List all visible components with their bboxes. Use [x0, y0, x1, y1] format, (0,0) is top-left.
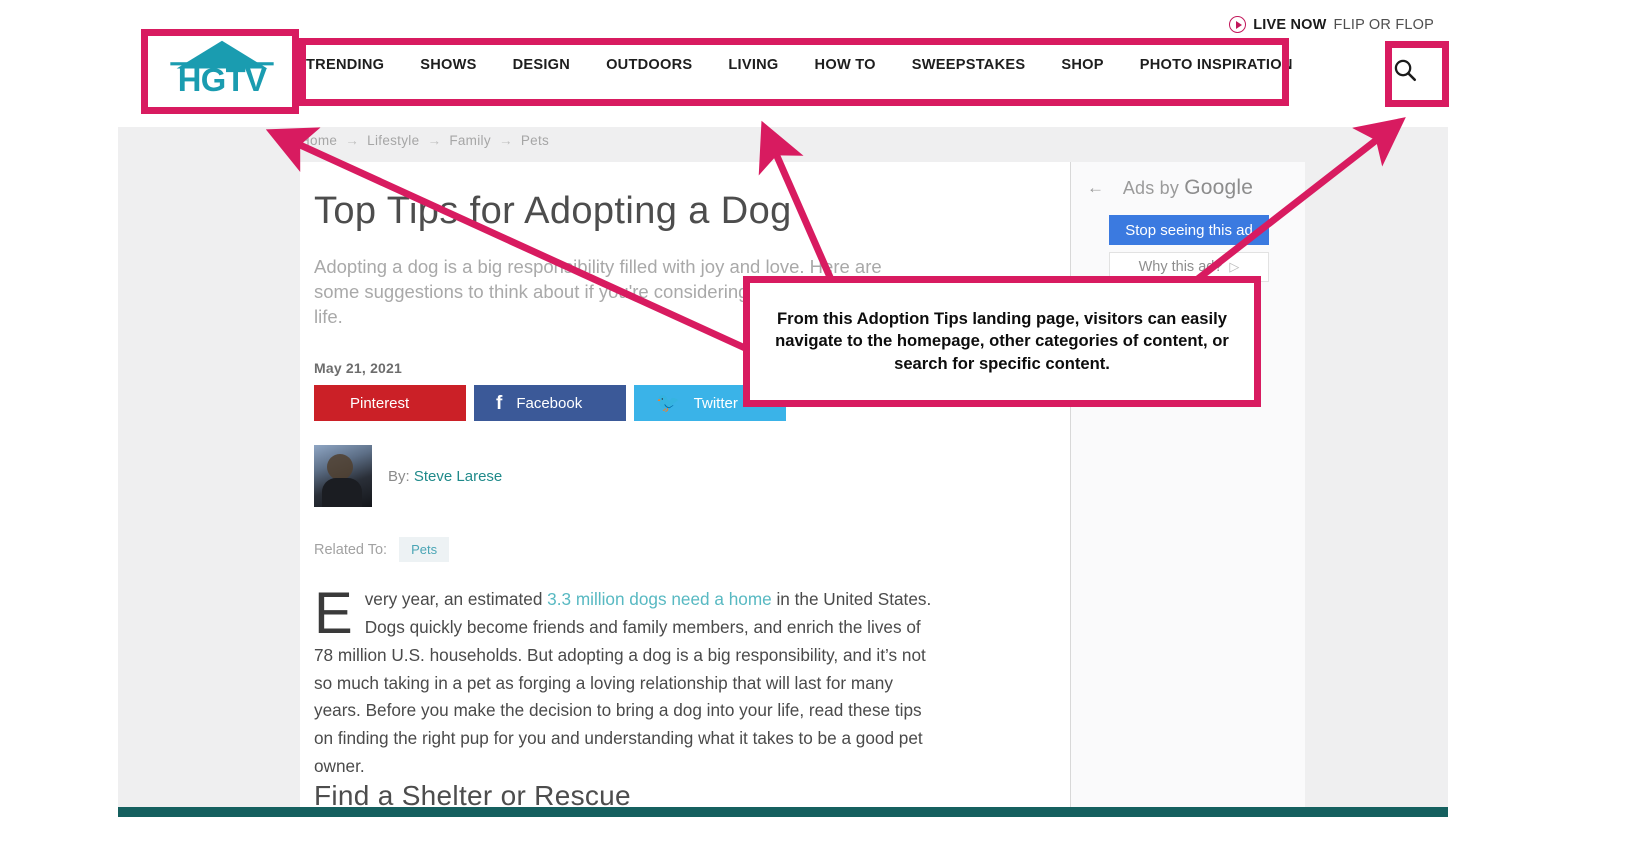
nav-item-outdoors[interactable]: OUTDOORS — [588, 57, 710, 73]
related-to-label: Related To: — [314, 542, 387, 558]
author-link[interactable]: Steve Larese — [414, 468, 502, 485]
ad-rail: ← Ads by Google Stop seeing this ad Why … — [1070, 162, 1305, 807]
related-tag-pets[interactable]: Pets — [399, 537, 449, 562]
avatar — [314, 445, 372, 507]
twitter-icon: 🐦 — [656, 394, 680, 413]
triangle-right-icon: ▷ — [1229, 259, 1239, 275]
screenshot-root: LIVE NOW FLIP OR FLOP HGTV TRENDING SHOW… — [0, 0, 1640, 850]
body-text-part2: in the United States. Dogs quickly becom… — [314, 589, 931, 776]
nav-item-sweepstakes[interactable]: SWEEPSTAKES — [894, 57, 1044, 73]
share-facebook-button[interactable]: f Facebook — [474, 385, 626, 421]
byline: By: Steve Larese — [314, 445, 502, 507]
site-header: LIVE NOW FLIP OR FLOP HGTV TRENDING SHOW… — [118, 0, 1448, 127]
hgtv-logo[interactable]: HGTV — [146, 29, 298, 103]
live-now-banner[interactable]: LIVE NOW FLIP OR FLOP — [1229, 16, 1434, 33]
article-main-column: Top Tips for Adopting a Dog Adopting a d… — [300, 162, 952, 807]
article-body: Every year, an estimated 3.3 million dog… — [314, 586, 940, 781]
stop-seeing-ad-button[interactable]: Stop seeing this ad — [1109, 215, 1269, 245]
search-button[interactable] — [1383, 48, 1427, 92]
hgtv-logo-icon: HGTV — [159, 37, 285, 95]
nav-item-living[interactable]: LIVING — [710, 57, 796, 73]
nav-item-how-to[interactable]: HOW TO — [797, 57, 894, 73]
svg-text:HGTV: HGTV — [178, 61, 267, 95]
byline-prefix: By: — [388, 468, 410, 485]
page-title: Top Tips for Adopting a Dog — [314, 190, 934, 233]
share-twitter-label: Twitter — [694, 395, 738, 412]
breadcrumb-separator-icon: → — [341, 133, 363, 148]
share-twitter-button[interactable]: 🐦 Twitter — [634, 385, 786, 421]
publish-date: May 21, 2021 — [314, 360, 402, 376]
byline-text: By: Steve Larese — [388, 468, 502, 485]
breadcrumb-item-home[interactable]: Home — [300, 133, 337, 148]
google-brand-label: Google — [1184, 176, 1253, 199]
live-now-label: LIVE NOW — [1253, 17, 1326, 33]
breadcrumb-separator-icon: → — [423, 133, 445, 148]
nav-item-shows[interactable]: SHOWS — [402, 57, 494, 73]
browser-viewport: LIVE NOW FLIP OR FLOP HGTV TRENDING SHOW… — [118, 0, 1448, 850]
nav-item-photo-inspiration[interactable]: PHOTO INSPIRATION — [1122, 57, 1311, 73]
share-pinterest-label: Pinterest — [350, 395, 409, 412]
breadcrumb-separator-icon: → — [495, 133, 517, 148]
why-this-ad-button[interactable]: Why this ad? ▷ — [1109, 252, 1269, 282]
body-dropcap: E — [314, 586, 365, 638]
related-to-row: Related To: Pets — [314, 537, 449, 562]
share-pinterest-button[interactable]: 𝏟 Pinterest — [314, 385, 466, 421]
share-buttons: 𝏟 Pinterest f Facebook 🐦 Twitter — [314, 385, 786, 421]
page-body: Home → Lifestyle → Family → Pets Top Tip… — [118, 127, 1448, 807]
article-card: Top Tips for Adopting a Dog Adopting a d… — [300, 162, 1305, 807]
share-facebook-label: Facebook — [516, 395, 582, 412]
main-navigation[interactable]: TRENDING SHOWS DESIGN OUTDOORS LIVING HO… — [306, 57, 1311, 73]
nav-item-trending[interactable]: TRENDING — [306, 57, 402, 73]
nav-item-design[interactable]: DESIGN — [495, 57, 588, 73]
footer-accent-bar — [118, 807, 1448, 817]
why-this-ad-label: Why this ad? — [1139, 259, 1223, 275]
body-text-part1: very year, an estimated — [365, 589, 547, 609]
breadcrumb[interactable]: Home → Lifestyle → Family → Pets — [300, 133, 549, 148]
body-inline-link[interactable]: 3.3 million dogs need a home — [547, 589, 772, 609]
nav-item-shop[interactable]: SHOP — [1043, 57, 1121, 73]
search-icon — [1392, 57, 1418, 83]
play-circle-icon — [1229, 16, 1246, 33]
facebook-icon: f — [496, 394, 502, 413]
breadcrumb-item-lifestyle[interactable]: Lifestyle — [367, 133, 419, 148]
live-now-show-title: FLIP OR FLOP — [1334, 17, 1434, 33]
ads-by-prefix: Ads by — [1123, 178, 1184, 198]
breadcrumb-item-pets[interactable]: Pets — [521, 133, 549, 148]
article-subtitle: Adopting a dog is a big responsibility f… — [314, 255, 924, 329]
ads-by-google-label: Ads by Google — [1071, 176, 1305, 200]
breadcrumb-item-family[interactable]: Family — [449, 133, 491, 148]
